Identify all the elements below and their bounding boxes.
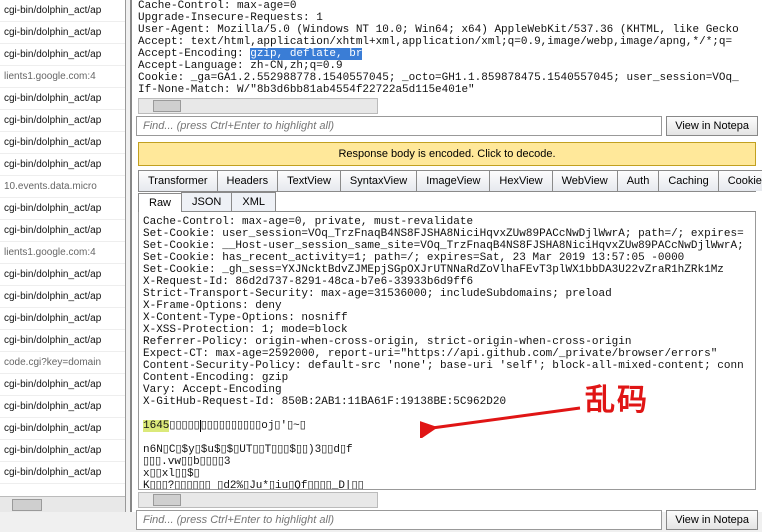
session-row[interactable]: cgi-bin/dolphin_act/ap: [0, 264, 125, 286]
tab-headers[interactable]: Headers: [217, 170, 279, 191]
tab-auth[interactable]: Auth: [617, 170, 660, 191]
response-raw[interactable]: Cache-Control: max-age=0, private, must-…: [138, 212, 756, 490]
response-tabstrip: TransformerHeadersTextViewSyntaxViewImag…: [138, 170, 756, 192]
tab-cookies[interactable]: Cookies: [718, 170, 762, 191]
session-row[interactable]: lients1.google.com:4: [0, 242, 125, 264]
tab-imageview[interactable]: ImageView: [416, 170, 490, 191]
highlight-match: 1645: [143, 420, 169, 432]
session-row[interactable]: cgi-bin/dolphin_act/ap: [0, 374, 125, 396]
session-row[interactable]: cgi-bin/dolphin_act/ap: [0, 440, 125, 462]
session-list[interactable]: cgi-bin/dolphin_act/apcgi-bin/dolphin_ac…: [0, 0, 126, 512]
session-row[interactable]: cgi-bin/dolphin_act/ap: [0, 44, 125, 66]
view-in-notepad-button[interactable]: View in Notepa: [666, 510, 758, 530]
session-row[interactable]: cgi-bin/dolphin_act/ap: [0, 462, 125, 484]
find-input[interactable]: [136, 116, 662, 136]
response-subtabstrip: RawJSONXML: [138, 192, 756, 212]
report-uri-link[interactable]: https://api.github.com/_private/browser/…: [407, 348, 711, 360]
subtab-raw[interactable]: Raw: [138, 193, 182, 212]
session-row[interactable]: cgi-bin/dolphin_act/ap: [0, 330, 125, 352]
left-scrollbar[interactable]: [0, 496, 125, 512]
session-row[interactable]: cgi-bin/dolphin_act/ap: [0, 154, 125, 176]
session-row[interactable]: cgi-bin/dolphin_act/ap: [0, 132, 125, 154]
left-scrollbar-thumb[interactable]: [12, 499, 42, 511]
session-row[interactable]: cgi-bin/dolphin_act/ap: [0, 88, 125, 110]
subtab-xml[interactable]: XML: [231, 192, 276, 211]
session-row[interactable]: cgi-bin/dolphin_act/ap: [0, 110, 125, 132]
find-bar-request: View in Notepa: [136, 116, 758, 138]
tab-caching[interactable]: Caching: [658, 170, 718, 191]
session-row[interactable]: cgi-bin/dolphin_act/ap: [0, 22, 125, 44]
session-row[interactable]: cgi-bin/dolphin_act/ap: [0, 286, 125, 308]
text-caret: [200, 420, 201, 432]
session-row[interactable]: cgi-bin/dolphin_act/ap: [0, 198, 125, 220]
request-scrollbar-thumb[interactable]: [153, 100, 181, 112]
decode-bar[interactable]: Response body is encoded. Click to decod…: [138, 142, 756, 166]
view-in-notepad-button[interactable]: View in Notepa: [666, 116, 758, 136]
tab-transformer[interactable]: Transformer: [138, 170, 218, 191]
inspector-panel: Cache-Control: max-age=0 Upgrade-Insecur…: [130, 0, 762, 512]
request-raw[interactable]: Cache-Control: max-age=0 Upgrade-Insecur…: [132, 0, 762, 96]
session-row[interactable]: cgi-bin/dolphin_act/ap: [0, 0, 125, 22]
tab-webview[interactable]: WebView: [552, 170, 618, 191]
response-scrollbar-thumb[interactable]: [153, 494, 181, 506]
session-row[interactable]: cgi-bin/dolphin_act/ap: [0, 220, 125, 242]
session-row[interactable]: lients1.google.com:4: [0, 66, 125, 88]
selection-highlight: gzip, deflate, br: [250, 48, 362, 60]
find-input[interactable]: [136, 510, 662, 530]
session-row[interactable]: cgi-bin/dolphin_act/ap: [0, 418, 125, 440]
subtab-json[interactable]: JSON: [181, 192, 232, 211]
session-row[interactable]: 10.events.data.micro: [0, 176, 125, 198]
tab-textview[interactable]: TextView: [277, 170, 341, 191]
session-row[interactable]: cgi-bin/dolphin_act/ap: [0, 308, 125, 330]
tab-hexview[interactable]: HexView: [489, 170, 552, 191]
request-scrollbar[interactable]: [138, 98, 378, 114]
find-bar-response: View in Notepa: [136, 510, 758, 532]
tab-syntaxview[interactable]: SyntaxView: [340, 170, 417, 191]
session-row[interactable]: cgi-bin/dolphin_act/ap: [0, 396, 125, 418]
session-row[interactable]: code.cgi?key=domain: [0, 352, 125, 374]
response-scrollbar[interactable]: [138, 492, 378, 508]
